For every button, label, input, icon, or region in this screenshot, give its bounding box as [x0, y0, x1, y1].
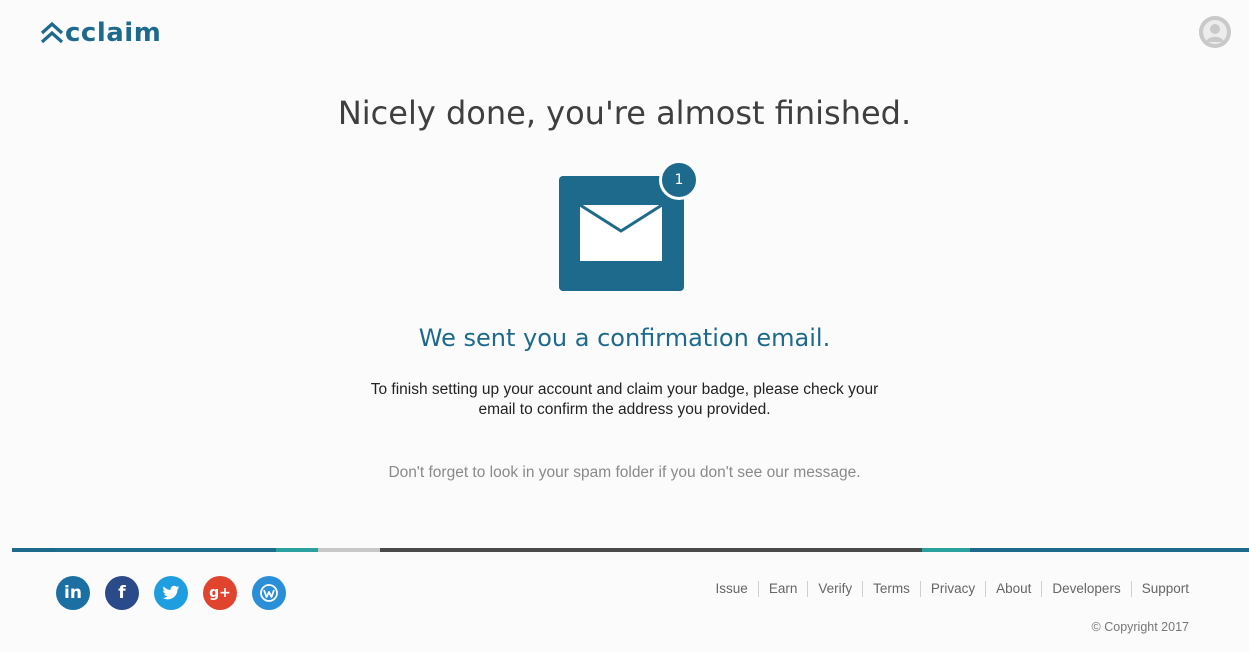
footer-link-developers[interactable]: Developers [1041, 581, 1130, 597]
twitter-icon[interactable] [154, 576, 188, 610]
footer-link-verify[interactable]: Verify [807, 581, 862, 597]
logo-chevron-icon [40, 21, 64, 44]
notification-count-badge: 1 [659, 160, 699, 200]
user-avatar-icon[interactable] [1199, 16, 1231, 48]
confirmation-subhead: We sent you a confirmation email. [418, 324, 831, 352]
facebook-glyph: f [118, 583, 126, 603]
footer-link-about[interactable]: About [985, 581, 1041, 597]
weibo-icon[interactable] [252, 576, 286, 610]
google-plus-glyph: g+ [209, 585, 231, 601]
confirmation-page: cclaim Nicely done, you're almost finish… [0, 0, 1249, 652]
footer-link-support[interactable]: Support [1130, 581, 1189, 597]
footer-divider-bar [12, 548, 1249, 552]
twitter-bird-glyph [162, 585, 180, 600]
copyright-text: © Copyright 2017 [1091, 620, 1189, 634]
acclaim-logo[interactable]: cclaim [40, 18, 161, 48]
footer-link-privacy[interactable]: Privacy [919, 581, 985, 597]
spam-folder-note: Don't forget to look in your spam folder… [388, 464, 861, 481]
linkedin-icon[interactable]: in [56, 576, 90, 610]
mail-graphic: 1 [559, 160, 709, 295]
page-headline: Nicely done, you're almost finished. [337, 94, 912, 132]
footer-link-terms[interactable]: Terms [862, 581, 920, 597]
footer-link-earn[interactable]: Earn [757, 581, 808, 597]
social-links: in f g+ [56, 576, 301, 610]
facebook-icon[interactable]: f [105, 576, 139, 610]
instructions-line-1: To finish setting up your account and cl… [370, 381, 879, 398]
logo-text: cclaim [65, 18, 162, 48]
footer-link-issue[interactable]: Issue [706, 581, 758, 597]
linkedin-glyph: in [64, 583, 82, 603]
weibo-glyph [260, 584, 278, 602]
instructions-line-2: email to confirm the address you provide… [478, 401, 771, 418]
footer-nav: Issue Earn Verify Terms Privacy About De… [706, 581, 1189, 597]
instructions-text: To finish setting up your account and cl… [300, 380, 949, 420]
envelope-icon [580, 205, 662, 261]
google-plus-icon[interactable]: g+ [203, 576, 237, 610]
